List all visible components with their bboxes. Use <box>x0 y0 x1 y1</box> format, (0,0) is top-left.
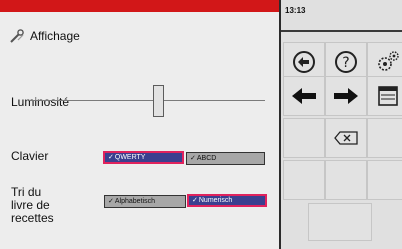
arrow-right-button[interactable] <box>325 76 367 116</box>
brightness-slider-track[interactable] <box>29 100 265 101</box>
keypad-panel: 13:13 ? <box>279 0 402 249</box>
svg-text:?: ? <box>342 55 349 71</box>
top-status-bar <box>0 0 279 12</box>
arrow-left-icon <box>292 88 316 104</box>
brightness-slider-thumb[interactable] <box>153 85 164 117</box>
keypad-button-empty[interactable] <box>367 160 402 200</box>
brightness-label: Luminosité <box>11 95 70 109</box>
backspace-icon <box>334 131 358 145</box>
check-icon: ✓ <box>190 155 196 162</box>
screen-header: Affichage <box>9 28 80 44</box>
delete-button[interactable] <box>325 118 367 158</box>
keypad-button-empty[interactable] <box>325 160 367 200</box>
clock: 13:13 <box>285 6 306 15</box>
keypad-button-empty[interactable] <box>283 118 325 158</box>
check-icon: ✓ <box>108 154 114 161</box>
page-title: Affichage <box>30 29 80 43</box>
keypad-button-empty[interactable] <box>367 118 402 158</box>
recipe-sort-label: Tri du livre de recettes <box>11 186 81 225</box>
gears-icon <box>378 51 399 71</box>
arrow-left-button[interactable] <box>283 76 325 116</box>
keypad-button-wide[interactable] <box>308 203 372 241</box>
keypad-button-empty[interactable] <box>283 160 325 200</box>
wrench-screwdriver-icon <box>10 29 24 43</box>
option-label: Alphabetisch <box>114 198 155 205</box>
divider <box>281 30 402 32</box>
option-label: Numerisch <box>198 197 233 204</box>
help-circle-icon: ? <box>335 51 357 73</box>
keyboard-option-qwerty[interactable]: ✓QWERTY <box>103 151 184 164</box>
label-line: recettes <box>11 211 54 225</box>
menu-button[interactable] <box>367 76 402 116</box>
keyboard-label: Clavier <box>11 149 49 163</box>
option-label: ABCD <box>196 155 217 162</box>
back-circle-icon <box>293 51 315 73</box>
option-label: QWERTY <box>114 154 146 161</box>
keyboard-option-abcd[interactable]: ✓ABCD <box>186 152 265 165</box>
check-icon: ✓ <box>192 197 198 204</box>
arrow-right-icon <box>334 88 358 104</box>
sort-option-alphabetic[interactable]: ✓Alphabetisch <box>104 195 186 208</box>
window-menu-icon <box>378 86 398 106</box>
sort-option-numeric[interactable]: ✓Numerisch <box>187 194 267 207</box>
check-icon: ✓ <box>108 198 114 205</box>
